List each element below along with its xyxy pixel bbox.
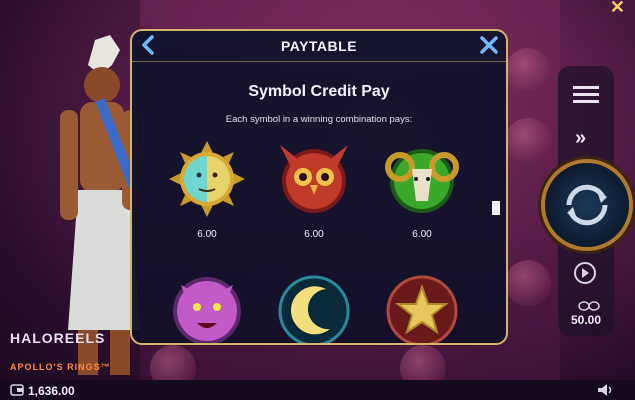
owl-icon	[280, 145, 348, 213]
game-logo: HALOREELS	[10, 330, 106, 346]
balance-value: 1,636.00	[28, 384, 75, 398]
game-subtitle: APOLLO'S RINGS™	[10, 362, 111, 372]
apollo-character-image	[60, 35, 140, 375]
symbol-owl: 6.00	[269, 139, 359, 240]
refresh-icon	[566, 184, 608, 226]
symbol-ram: 6.00	[377, 139, 467, 240]
status-bar	[0, 380, 635, 400]
spin-button[interactable]	[545, 163, 629, 247]
crescent-moon-icon	[278, 275, 350, 343]
star-icon	[386, 275, 458, 343]
sun-moon-icon	[169, 141, 245, 217]
bg-symbol	[505, 260, 551, 306]
bg-symbol	[505, 48, 551, 94]
symbol-pay: 6.00	[304, 229, 324, 240]
section-title: Symbol Credit Pay	[248, 83, 390, 100]
paytable-title: PAYTABLE	[280, 38, 358, 54]
fast-forward-icon[interactable]: »	[575, 127, 586, 150]
symbol-panther	[162, 271, 252, 343]
symbol-pay: 6.00	[412, 229, 432, 240]
symbol-crescent-moon	[269, 271, 359, 343]
autoplay-icon[interactable]	[572, 260, 598, 286]
coins-icon	[578, 301, 600, 311]
symbol-star	[377, 271, 467, 343]
panther-icon	[173, 277, 241, 343]
ram-icon	[385, 149, 459, 213]
pay-description: Each symbol in a winning combination pay…	[225, 114, 413, 125]
sound-icon[interactable]	[597, 383, 613, 397]
symbol-sun-moon: 6.00	[162, 139, 252, 240]
bg-symbol	[505, 118, 551, 164]
symbol-pay: 6.00	[197, 229, 217, 240]
bet-value[interactable]: 50.00	[571, 313, 601, 327]
close-icon[interactable]	[478, 34, 500, 56]
paytable-modal: PAYTABLE Symbol Credit Pay Each symbol i…	[130, 29, 508, 345]
wallet-icon	[10, 384, 24, 396]
close-game-icon[interactable]: ✕	[610, 0, 625, 18]
scrollbar-thumb[interactable]	[492, 201, 500, 215]
menu-icon[interactable]	[573, 86, 599, 104]
modal-header: PAYTABLE	[132, 31, 506, 62]
